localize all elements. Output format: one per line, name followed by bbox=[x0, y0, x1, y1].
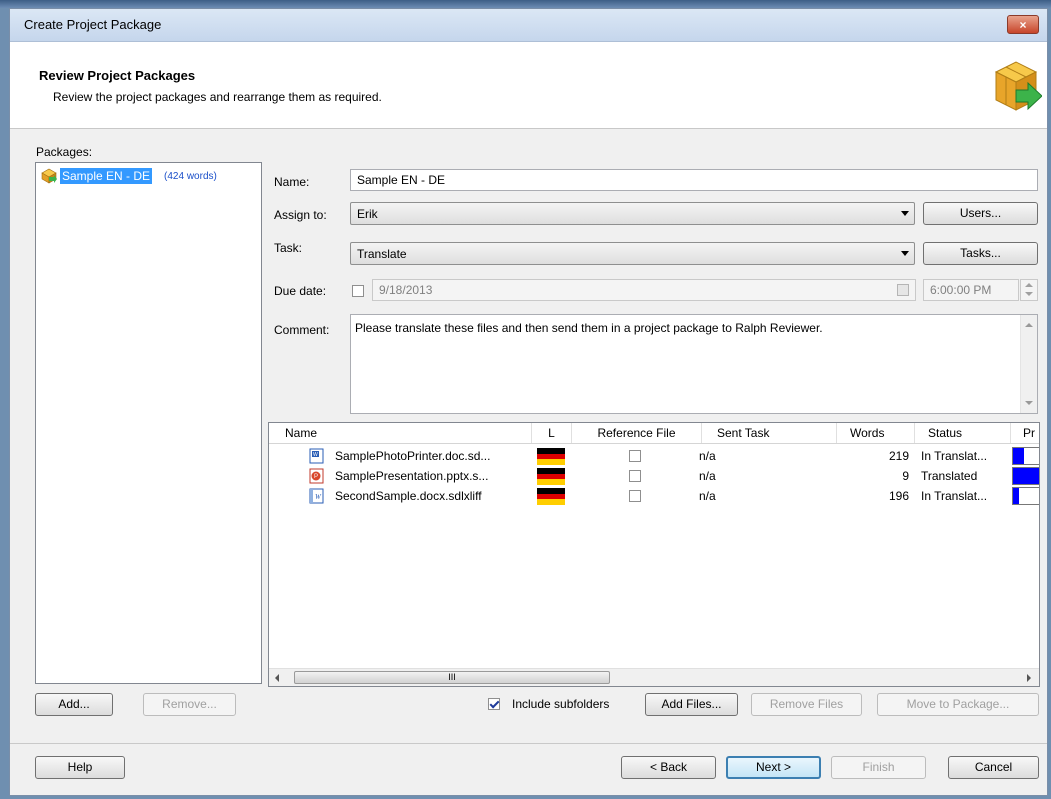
svg-text:P: P bbox=[314, 474, 318, 480]
svg-text:W: W bbox=[313, 452, 318, 458]
horizontal-scrollbar[interactable]: III bbox=[269, 668, 1039, 686]
file-status: In Translat... bbox=[921, 489, 988, 503]
background-window-strip bbox=[0, 0, 1051, 8]
table-row[interactable]: P SamplePresentation.pptx.s... n/a 9 Tra… bbox=[269, 466, 1039, 486]
add-package-button[interactable]: Add... bbox=[35, 693, 113, 716]
column-name[interactable]: Name bbox=[269, 423, 532, 443]
spin-up-icon bbox=[1025, 283, 1033, 287]
file-status: Translated bbox=[921, 469, 978, 483]
move-to-package-button[interactable]: Move to Package... bbox=[877, 693, 1039, 716]
assign-to-label: Assign to: bbox=[274, 208, 327, 222]
include-subfolders-checkbox[interactable] bbox=[488, 698, 500, 710]
word-docx-icon: W bbox=[309, 488, 324, 504]
word-count: 219 bbox=[888, 449, 909, 463]
window-title: Create Project Package bbox=[24, 17, 162, 32]
column-status[interactable]: Status bbox=[915, 423, 1011, 443]
tasks-button[interactable]: Tasks... bbox=[923, 242, 1038, 265]
chevron-down-icon bbox=[901, 211, 909, 216]
package-arrow-icon bbox=[994, 61, 1042, 111]
file-name: SamplePresentation.pptx.s... bbox=[335, 469, 489, 483]
assign-to-value: Erik bbox=[357, 207, 378, 221]
due-date-checkbox[interactable] bbox=[352, 285, 364, 297]
scrollbar-thumb[interactable]: III bbox=[294, 671, 610, 684]
page-title: Review Project Packages bbox=[39, 68, 196, 83]
progress-bar bbox=[1012, 487, 1039, 505]
comment-label: Comment: bbox=[274, 323, 330, 337]
package-word-count: (424 words) bbox=[164, 170, 217, 182]
column-language[interactable]: L bbox=[532, 423, 572, 443]
package-name: Sample EN - DE bbox=[60, 168, 153, 184]
files-grid[interactable]: Name L Reference File Sent Task Words St… bbox=[268, 422, 1040, 687]
page-subtitle: Review the project packages and rearrang… bbox=[53, 90, 382, 104]
footer-divider bbox=[10, 743, 1047, 744]
word-count: 9 bbox=[902, 469, 909, 483]
scroll-left-icon[interactable] bbox=[275, 674, 279, 682]
packages-label: Packages: bbox=[36, 145, 93, 159]
task-dropdown[interactable]: Translate bbox=[350, 242, 915, 265]
german-flag-icon bbox=[537, 448, 565, 465]
help-button[interactable]: Help bbox=[35, 756, 125, 779]
comment-scrollbar[interactable] bbox=[1020, 315, 1037, 413]
packages-list[interactable]: Sample EN - DE (424 words) bbox=[35, 162, 262, 684]
column-progress[interactable]: Pr bbox=[1011, 423, 1039, 443]
grid-header: Name L Reference File Sent Task Words St… bbox=[269, 423, 1039, 444]
users-button[interactable]: Users... bbox=[923, 202, 1038, 225]
scroll-up-icon bbox=[1025, 323, 1033, 327]
column-sent-task[interactable]: Sent Task bbox=[702, 423, 837, 443]
german-flag-icon bbox=[537, 468, 565, 485]
due-date-label: Due date: bbox=[274, 284, 327, 298]
reference-file-checkbox[interactable] bbox=[629, 470, 641, 482]
table-row[interactable]: W SamplePhotoPrinter.doc.sd... n/a 219 I… bbox=[269, 446, 1039, 466]
reference-file-checkbox[interactable] bbox=[629, 450, 641, 462]
remove-files-button[interactable]: Remove Files bbox=[751, 693, 862, 716]
word-doc-icon: W bbox=[309, 448, 324, 464]
sent-task: n/a bbox=[699, 449, 716, 463]
column-reference-file[interactable]: Reference File bbox=[572, 423, 702, 443]
word-count: 196 bbox=[888, 489, 909, 503]
file-status: In Translat... bbox=[921, 449, 988, 463]
progress-bar bbox=[1012, 447, 1039, 465]
comment-text: Please translate these files and then se… bbox=[355, 321, 823, 335]
package-icon bbox=[41, 168, 57, 184]
sent-task: n/a bbox=[699, 489, 716, 503]
title-bar: Create Project Package × bbox=[10, 9, 1047, 42]
remove-package-button[interactable]: Remove... bbox=[143, 693, 236, 716]
create-project-package-dialog: Create Project Package × Review Project … bbox=[9, 8, 1048, 796]
due-time-field[interactable]: 6:00:00 PM bbox=[923, 279, 1019, 301]
name-label: Name: bbox=[274, 175, 310, 189]
wizard-header: Review Project Packages Review the proje… bbox=[10, 42, 1047, 129]
sent-task: n/a bbox=[699, 469, 716, 483]
column-words[interactable]: Words bbox=[837, 423, 915, 443]
back-button[interactable]: < Back bbox=[621, 756, 716, 779]
close-button[interactable]: × bbox=[1007, 15, 1039, 34]
chevron-down-icon bbox=[901, 251, 909, 256]
calendar-icon[interactable] bbox=[897, 284, 909, 296]
powerpoint-icon: P bbox=[309, 468, 324, 484]
add-files-button[interactable]: Add Files... bbox=[645, 693, 738, 716]
progress-bar bbox=[1012, 467, 1039, 485]
task-label: Task: bbox=[274, 241, 303, 255]
time-spinner[interactable] bbox=[1020, 279, 1038, 301]
file-name: SecondSample.docx.sdlxliff bbox=[335, 489, 482, 503]
task-value: Translate bbox=[357, 247, 407, 261]
spin-down-icon bbox=[1025, 292, 1033, 296]
due-date-field[interactable]: 9/18/2013 bbox=[372, 279, 916, 301]
table-row[interactable]: W SecondSample.docx.sdlxliff n/a 196 In … bbox=[269, 486, 1039, 506]
next-button[interactable]: Next > bbox=[726, 756, 821, 779]
cancel-button[interactable]: Cancel bbox=[948, 756, 1039, 779]
package-name-field[interactable]: Sample EN - DE bbox=[350, 169, 1038, 191]
due-date-value: 9/18/2013 bbox=[379, 283, 433, 297]
include-subfolders-label[interactable]: Include subfolders bbox=[512, 697, 609, 711]
file-name: SamplePhotoPrinter.doc.sd... bbox=[335, 449, 491, 463]
reference-file-checkbox[interactable] bbox=[629, 490, 641, 502]
package-item[interactable]: Sample EN - DE (424 words) bbox=[41, 167, 217, 185]
assign-to-dropdown[interactable]: Erik bbox=[350, 202, 915, 225]
scroll-right-icon[interactable] bbox=[1027, 674, 1031, 682]
scroll-down-icon bbox=[1025, 401, 1033, 405]
german-flag-icon bbox=[537, 488, 565, 505]
finish-button[interactable]: Finish bbox=[831, 756, 926, 779]
comment-textarea[interactable]: Please translate these files and then se… bbox=[350, 314, 1038, 414]
